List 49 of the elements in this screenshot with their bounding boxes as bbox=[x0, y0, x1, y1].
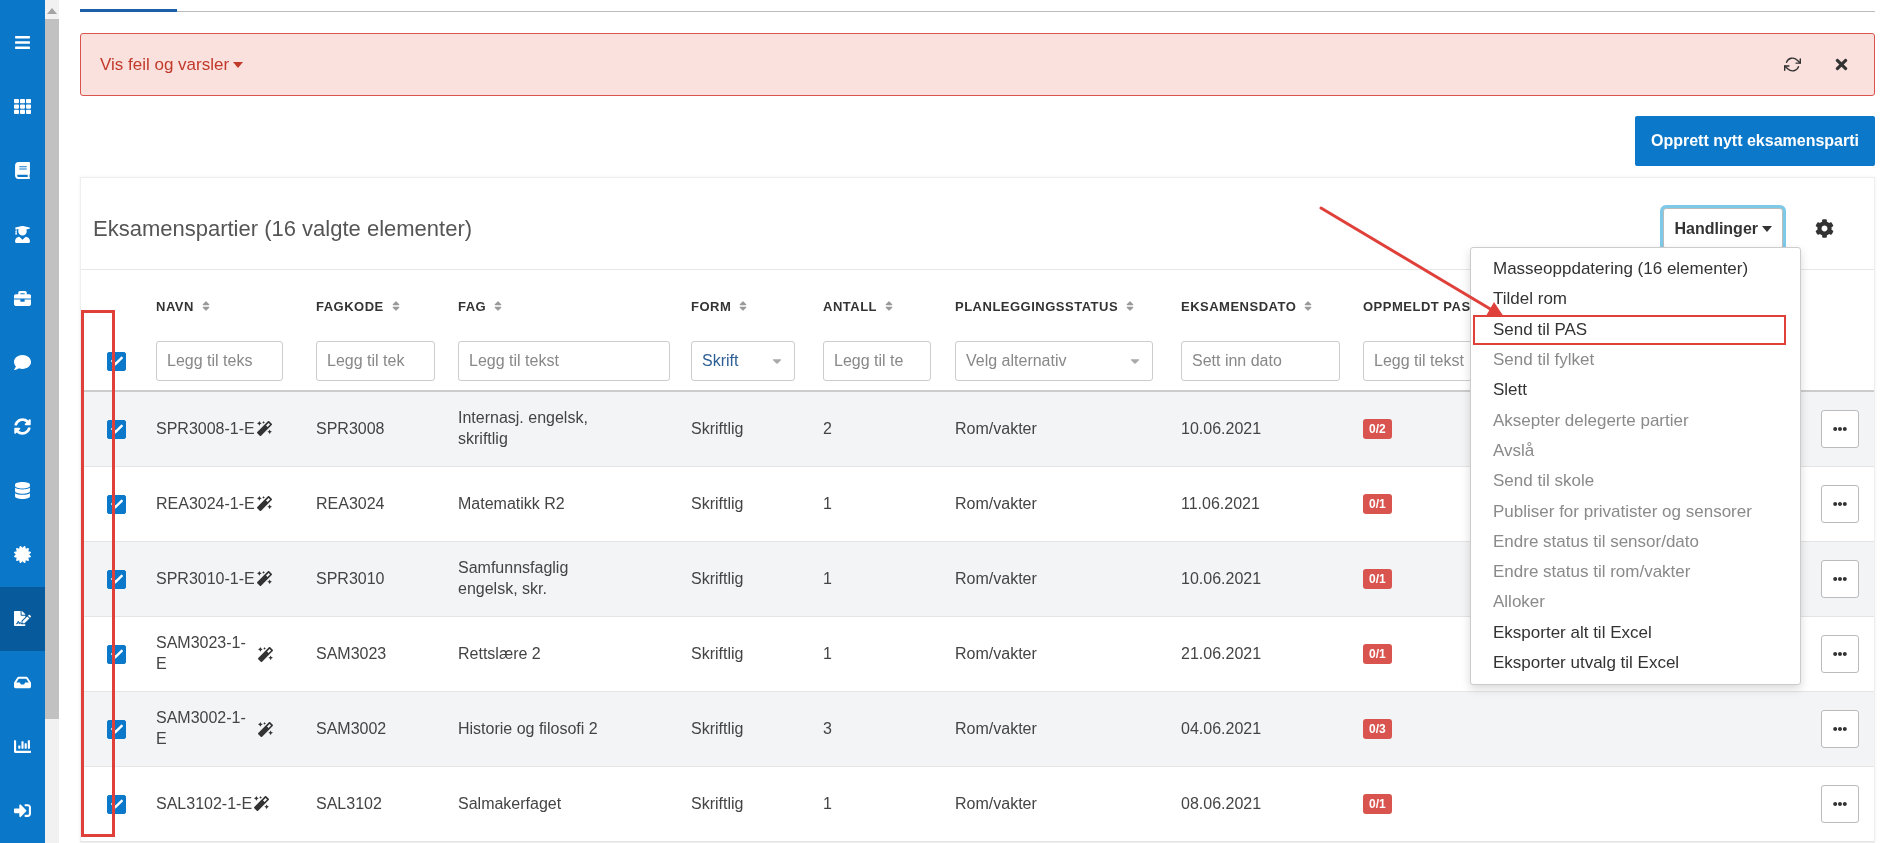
table-cell-text: Rettslære 2 bbox=[458, 643, 541, 664]
table-cell-text: Skriftlig bbox=[691, 418, 744, 439]
table-cell-text: Skriftlig bbox=[691, 568, 744, 589]
table-cell-text: SAL3102-1-E bbox=[156, 793, 253, 814]
table-cell-text: SAM3002-1-E bbox=[156, 708, 247, 749]
table-cell-text: Rom/vakter bbox=[955, 568, 1037, 589]
table-cell-text: SPR3008-1-E bbox=[156, 418, 255, 439]
table-cell-text: Salmakerfaget bbox=[458, 793, 562, 814]
table-cell-text: SPR3008 bbox=[316, 418, 385, 439]
count-badge: 0/1 bbox=[1363, 494, 1392, 514]
table-cell-text: Samfunnsfaglig engelsk, skr. bbox=[458, 558, 570, 599]
table-cell-text: SPR3010-1-E bbox=[156, 568, 255, 589]
count-badge: 0/1 bbox=[1363, 644, 1392, 664]
table-cell-text: 1 bbox=[823, 793, 832, 814]
table-cell-text: SAL3102 bbox=[316, 793, 382, 814]
table-cell-text: Rom/vakter bbox=[955, 718, 1037, 739]
table-cell-text: 1 bbox=[823, 643, 832, 664]
table-cell-text: 21.06.2021 bbox=[1181, 643, 1262, 664]
table-cell-text: Rom/vakter bbox=[955, 418, 1037, 439]
table-cell-text: Rom/vakter bbox=[955, 643, 1037, 664]
table-cell-text: Skriftlig bbox=[691, 643, 744, 664]
table-cell-text: Internasj. engelsk, skriftlig bbox=[458, 408, 589, 449]
table-cell-text: 08.06.2021 bbox=[1181, 793, 1262, 814]
table-cell-text: 2 bbox=[823, 418, 832, 439]
table-cell-text: 1 bbox=[823, 568, 832, 589]
count-badge: 0/1 bbox=[1363, 794, 1392, 814]
card-title: Eksamenspartier (16 valgte elementer) bbox=[93, 215, 474, 242]
table-cell-text: Rom/vakter bbox=[955, 493, 1037, 514]
table-cell-text: 10.06.2021 bbox=[1181, 418, 1262, 439]
table-cell-text: 1 bbox=[823, 493, 832, 514]
table-cell-text: SAM3023 bbox=[316, 643, 387, 664]
table-cell-text: REA3024 bbox=[316, 493, 385, 514]
table-cell-text: REA3024-1-E bbox=[156, 493, 255, 514]
table-cell-text: 10.06.2021 bbox=[1181, 568, 1262, 589]
table-cell-text: Skriftlig bbox=[691, 793, 744, 814]
table-cell-text: Rom/vakter bbox=[955, 793, 1037, 814]
table-cell-text: Historie og filosofi 2 bbox=[458, 718, 598, 739]
table-cell-text: Skriftlig bbox=[691, 493, 744, 514]
count-badge: 0/1 bbox=[1363, 569, 1392, 589]
table-cell-text: 3 bbox=[823, 718, 832, 739]
count-badge: 0/3 bbox=[1363, 719, 1392, 739]
table-cell-text: 11.06.2021 bbox=[1181, 493, 1260, 514]
table-cell-text: Skriftlig bbox=[691, 718, 744, 739]
count-badge: 0/2 bbox=[1363, 419, 1392, 439]
table-cell-text: 04.06.2021 bbox=[1181, 718, 1262, 739]
table-cell-text: SPR3010 bbox=[316, 568, 385, 589]
table-cell-text: SAM3002 bbox=[316, 718, 387, 739]
table-cell-text: SAM3023-1-E bbox=[156, 633, 247, 674]
table-cell-text: Matematikk R2 bbox=[458, 493, 565, 514]
